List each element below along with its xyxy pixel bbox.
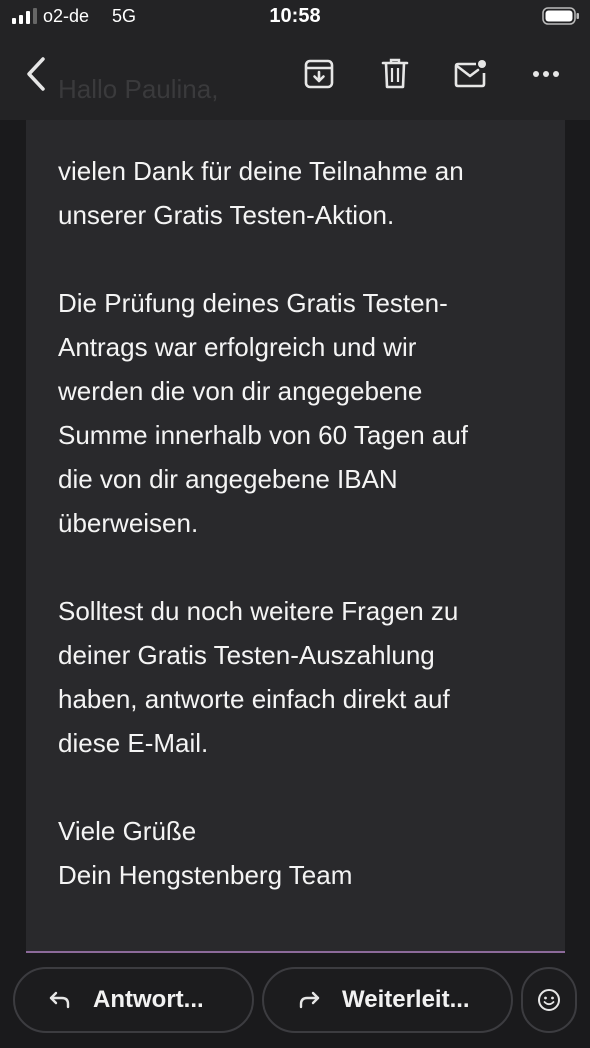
scrolled-greeting-text: Hallo Paulina, [58, 74, 219, 104]
message-toolbar: Hallo Paulina, [0, 34, 590, 120]
email-paragraph: vielen Dank für deine Teilnahme an unser… [58, 156, 464, 230]
reply-label: Antwort... [93, 986, 204, 1013]
email-paragraph: Die Prüfung deines Gratis Testen- Antrag… [58, 288, 469, 538]
emoji-reaction-button[interactable] [521, 967, 577, 1033]
battery-icon [542, 7, 579, 25]
email-paragraph: Solltest du noch weitere Fragen zu deine… [58, 596, 459, 758]
mark-unread-icon [454, 60, 486, 88]
reply-icon [45, 985, 75, 1015]
archive-icon [304, 59, 334, 89]
forward-label: Weiterleit... [342, 986, 470, 1013]
mark-unread-button[interactable] [449, 52, 493, 96]
forward-icon [294, 985, 324, 1015]
more-icon [533, 71, 559, 77]
reply-button[interactable]: Antwort... [13, 967, 254, 1033]
status-bar: o2-de 5G 10:58 [0, 0, 590, 34]
action-bar: Antwort... Weiterleit... [0, 953, 590, 1048]
delete-button[interactable] [373, 52, 417, 96]
archive-button[interactable] [297, 52, 341, 96]
back-button[interactable] [14, 52, 58, 96]
email-signature: Viele Grüße Dein Hengstenberg Team [58, 816, 353, 890]
status-time: 10:58 [269, 5, 321, 27]
email-text: vielen Dank für deine Teilnahme an unser… [58, 149, 538, 897]
forward-button[interactable]: Weiterleit... [262, 967, 513, 1033]
back-icon [27, 57, 45, 91]
more-options-button[interactable] [524, 52, 568, 96]
trash-icon [381, 58, 409, 89]
emoji-icon [538, 989, 560, 1011]
